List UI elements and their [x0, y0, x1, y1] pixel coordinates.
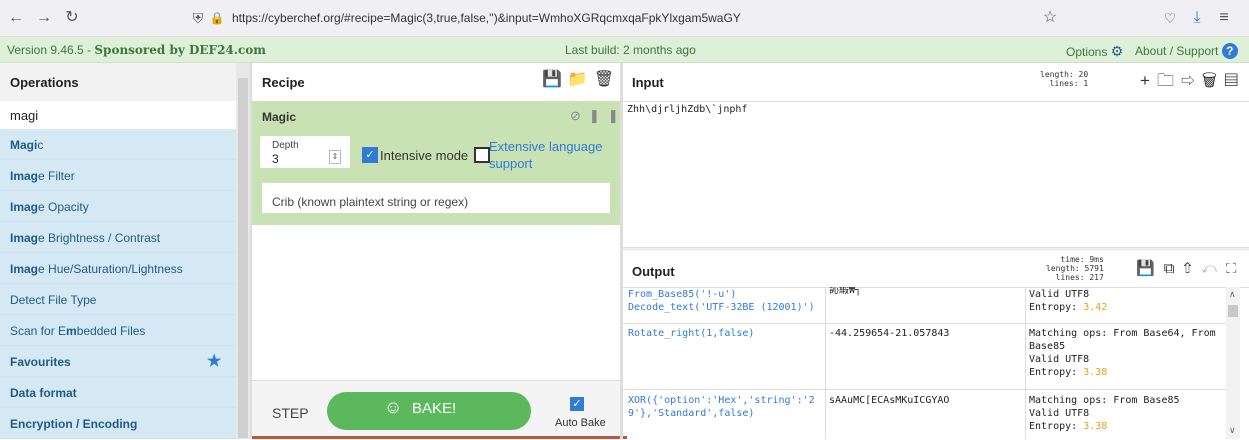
operation-magic[interactable]: Magic [0, 129, 236, 160]
folder-icon[interactable]: 📁 [568, 71, 594, 88]
operations-title: Operations [10, 75, 79, 90]
crib-placeholder[interactable]: Crib (known plaintext string or regex) [272, 195, 468, 209]
operation-image-hue[interactable]: Image Hue/Saturation/Lightness [0, 253, 236, 284]
auto-bake-label[interactable]: Auto Bake [555, 417, 606, 429]
pocket-icon[interactable]: ♡ [1160, 8, 1180, 28]
save-icon[interactable]: 💾 [542, 71, 568, 88]
help-icon: ? [1221, 43, 1238, 59]
operation-controls: ⊘❚❚ [570, 108, 627, 124]
save-icon[interactable]: 💾 [1136, 260, 1164, 277]
bookmark-star-icon[interactable]: ☆ [1040, 8, 1060, 28]
layout-icon[interactable]: ▤ [1224, 71, 1245, 90]
scroll-down-icon[interactable]: ∨ [1229, 425, 1236, 436]
operation-image-filter[interactable]: Image Filter [0, 160, 236, 191]
input-textarea[interactable]: Zhh\djrljhZdb\`jnphf [627, 104, 747, 115]
output-scrollbar-thumb[interactable] [1228, 305, 1238, 317]
scroll-up-icon[interactable]: ∧ [1229, 289, 1236, 300]
operation-image-brightness[interactable]: Image Brightness / Contrast [0, 222, 236, 253]
url-text[interactable]: https://cyberchef.org/#recipe=Magic(3,tr… [232, 11, 741, 25]
properties-cell: Matching ops: From Base64, From Base85 Va… [1029, 328, 1216, 378]
intensive-mode-label[interactable]: Intensive mode [380, 148, 468, 163]
bake-label[interactable]: BAKE! [412, 400, 456, 417]
shield-icon[interactable]: ⛨ [188, 8, 208, 28]
recipe-title: Recipe [262, 75, 305, 90]
recipe-toolbar: 💾📁🗑 [542, 69, 620, 89]
category-data-format[interactable]: Data format [0, 377, 236, 408]
table-row: XOR({'option':'Hex','string':'29'},'Stan… [623, 390, 1226, 439]
step-button[interactable]: STEP [272, 405, 309, 421]
auto-bake-checkbox[interactable]: ✓ [570, 397, 584, 411]
depth-stepper-icon[interactable]: ⇕ [329, 150, 341, 164]
recipe-dropzone[interactable] [252, 225, 620, 380]
category-encryption-encoding[interactable]: Encryption / Encoding [0, 408, 236, 439]
disable-icon[interactable]: ⊘ [570, 108, 589, 123]
properties-cell: Valid UTF8 Entropy: 3.42 [1029, 289, 1108, 313]
version-text: Version 9.46.5 - Sponsored by DEF24.com [7, 43, 266, 57]
operation-detect-file-type[interactable]: Detect File Type [0, 284, 236, 315]
trash-icon[interactable]: 🗑 [594, 71, 620, 88]
open-folder-icon[interactable]: 🗀 [1157, 71, 1181, 90]
last-build-text: Last build: 2 months ago [565, 43, 696, 57]
recipe-cell[interactable]: Rotate_right(1,false) [628, 327, 824, 340]
back-icon[interactable]: ← [6, 8, 26, 28]
trash-icon[interactable]: 🗑 [1202, 71, 1224, 90]
result-cell: sAAuMC[ECAsMKuICGYAO [829, 395, 950, 406]
copy-icon[interactable]: ⧉ [1164, 260, 1184, 277]
magic-operation-title: Magic [262, 110, 297, 124]
download-icon[interactable]: ⤓ [1187, 8, 1207, 28]
input-title: Input [632, 75, 664, 90]
fullscreen-icon[interactable]: ⛶ [1226, 260, 1246, 277]
magic-results-table: From_Base85('!-u') Decode_text('UTF-32BE… [623, 287, 1226, 439]
chef-icon: ☺ [384, 397, 403, 417]
operation-image-opacity[interactable]: Image Opacity [0, 191, 236, 222]
operation-scan-embedded[interactable]: Scan for Embedded Files [0, 315, 236, 346]
lock-icon[interactable]: 🔒 [207, 8, 227, 28]
depth-label: Depth [272, 140, 299, 151]
operations-scrollbar-thumb[interactable] [238, 78, 248, 438]
options-link[interactable]: Options ⚙ [1066, 43, 1123, 60]
sponsor-link[interactable]: Sponsored by DEF24.com [94, 43, 266, 57]
open-file-icon[interactable]: ⇨ [1181, 71, 1202, 90]
result-cell: 訫緞₩┐ [829, 287, 862, 296]
intensive-mode-checkbox[interactable]: ✓ [362, 147, 378, 163]
about-support-link[interactable]: About / Support ? [1135, 43, 1238, 59]
search-value[interactable]: magi [10, 108, 38, 123]
depth-value[interactable]: 3 [272, 152, 279, 166]
input-toolbar: +🗀⇨🗑▤ [1140, 68, 1245, 97]
result-cell: -44.259654-21.057843 [829, 328, 950, 339]
table-row: From_Base85('!-u') Decode_text('UTF-32BE… [623, 287, 1226, 324]
recipe-cell[interactable]: From_Base85('!-u') Decode_text('UTF-32BE… [628, 288, 824, 314]
output-toolbar: 💾⧉⇧↶⛶ [1136, 259, 1245, 277]
input-stats: length: 20 lines: 1 [1040, 70, 1089, 88]
reload-icon[interactable]: ↻ [62, 8, 82, 28]
replace-input-icon[interactable]: ⇧ [1183, 260, 1200, 277]
undo-icon[interactable]: ↶ [1201, 260, 1226, 277]
output-stats: time: 9ms length: 5791 lines: 217 [1046, 255, 1104, 282]
extensive-language-label[interactable]: Extensive language support [489, 138, 609, 172]
add-tab-icon[interactable]: + [1140, 71, 1157, 90]
extensive-language-checkbox[interactable] [474, 147, 490, 163]
properties-cell: Matching ops: From Base85 Valid UTF8 Entro… [1029, 395, 1180, 432]
table-row: Rotate_right(1,false) -44.259654-21.0578… [623, 323, 1226, 390]
recipe-cell[interactable]: XOR({'option':'Hex','string':'29'},'Stan… [628, 394, 824, 420]
output-title: Output [632, 264, 675, 279]
forward-icon[interactable]: → [34, 8, 54, 28]
star-icon: ★ [207, 353, 222, 370]
gear-icon: ⚙ [1110, 43, 1124, 59]
category-favourites[interactable]: Favourites ★ [0, 346, 236, 377]
menu-icon[interactable]: ≡ [1214, 8, 1234, 28]
